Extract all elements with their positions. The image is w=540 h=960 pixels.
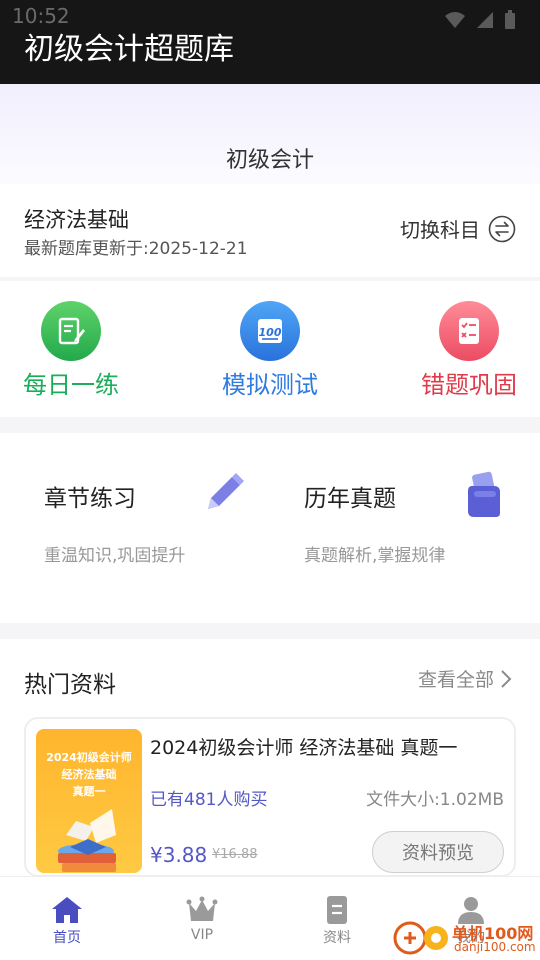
signal-icon <box>477 12 493 28</box>
switch-subject-label: 切换科目 <box>400 218 480 242</box>
nav-materials-label: 资料 <box>323 930 351 946</box>
past-exams-card[interactable]: 历年真题 真题解析,掌握规律 <box>304 469 504 589</box>
cover-text: 2024初级会计师 经济法基础 真题一 <box>36 749 142 800</box>
cover-line-2: 经济法基础 <box>61 768 117 781</box>
course-name: 经济法基础 <box>24 208 129 232</box>
chapter-practice-card[interactable]: 章节练习 重温知识,巩固提升 <box>44 469 274 589</box>
nav-home-label: 首页 <box>53 930 81 946</box>
crown-icon <box>186 896 218 921</box>
switch-subject-button[interactable]: 切换科目 <box>400 214 516 243</box>
view-all-label: 查看全部 <box>417 669 494 691</box>
cover-line-3: 真题一 <box>72 785 106 798</box>
hand-book-icon <box>468 471 500 517</box>
chevron-right-icon <box>501 669 512 688</box>
material-title: 2024初级会计师 经济法基础 真题一 <box>150 737 458 759</box>
hot-materials-section: 热门资料 查看全部 2024初级会计师 经济法基础 真题一 2024初级会计师 … <box>0 639 540 879</box>
view-all-link[interactable]: 查看全部 <box>418 665 512 692</box>
material-original-price: ¥16.88 <box>212 847 258 862</box>
status-icons <box>444 10 516 30</box>
past-exams-desc: 真题解析,掌握规律 <box>304 546 446 566</box>
notebook-pen-icon <box>41 301 101 361</box>
mock-test-label: 模拟测试 <box>222 371 318 399</box>
hot-materials-title: 热门资料 <box>24 672 116 698</box>
book-illustration-icon <box>58 809 116 872</box>
checklist-icon <box>439 301 499 361</box>
subject-header: 初级会计 <box>0 84 540 184</box>
swap-icon <box>488 215 516 242</box>
material-card[interactable]: 2024初级会计师 经济法基础 真题一 2024初级会计师 经济法基础 真题一 … <box>24 717 516 877</box>
daily-practice-button[interactable]: 每日一练 <box>0 301 161 400</box>
svg-text:100: 100 <box>259 326 282 339</box>
chapter-practice-desc: 重温知识,巩固提升 <box>44 546 186 566</box>
daily-practice-label: 每日一练 <box>23 371 119 399</box>
practice-section: 章节练习 重温知识,巩固提升 历年真题 真题解析,掌握规律 <box>0 433 540 623</box>
home-icon <box>52 897 82 923</box>
score-100-icon: 100 <box>240 301 300 361</box>
watermark-logo-icon <box>393 921 448 955</box>
course-card: 经济法基础 最新题库更新于:2025-12-21 切换科目 <box>0 184 540 277</box>
battery-icon <box>505 10 515 29</box>
app-bar: 10:52 初级会计超题库 <box>0 0 540 84</box>
nav-materials[interactable]: 资料 <box>287 895 387 947</box>
past-exams-title: 历年真题 <box>304 486 396 512</box>
mock-test-button[interactable]: 100 模拟测试 <box>180 301 360 400</box>
material-file-size: 文件大小:1.02MB <box>366 790 504 810</box>
material-cover: 2024初级会计师 经济法基础 真题一 <box>36 729 142 873</box>
wifi-icon <box>445 12 465 28</box>
watermark-url: danji100.com <box>454 940 536 954</box>
wrong-questions-button[interactable]: 错题巩固 <box>379 301 540 400</box>
subject-name: 初级会计 <box>225 148 314 173</box>
course-updated-date: 最新题库更新于:2025-12-21 <box>24 239 248 259</box>
nav-home[interactable]: 首页 <box>17 895 117 947</box>
chapter-practice-title: 章节练习 <box>44 486 136 512</box>
watermark: 单机100网 danji100.com <box>392 914 540 960</box>
nav-vip-label: VIP <box>190 927 214 943</box>
quick-actions: 每日一练 100 模拟测试 错题巩固 <box>0 281 540 417</box>
document-icon <box>327 896 347 924</box>
material-sold-count: 已有481人购买 <box>150 790 268 810</box>
nav-vip[interactable]: VIP <box>152 895 252 943</box>
material-price: ¥3.88 <box>150 843 208 867</box>
cover-line-1: 2024初级会计师 <box>46 751 132 764</box>
app-title: 初级会计超题库 <box>24 32 234 67</box>
pencil-icon <box>208 473 244 509</box>
preview-button[interactable]: 资料预览 <box>372 831 504 873</box>
wrong-questions-label: 错题巩固 <box>421 371 517 399</box>
